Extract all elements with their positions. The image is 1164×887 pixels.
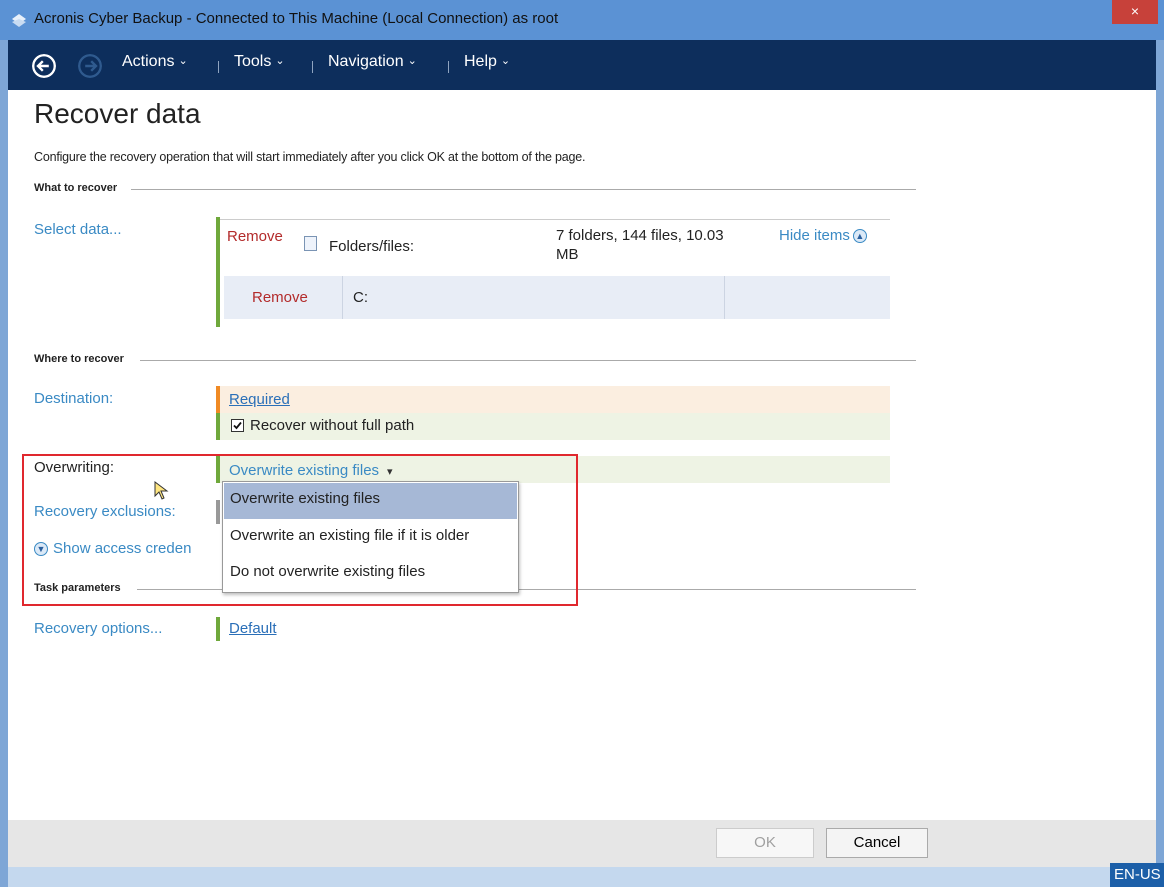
destination-field xyxy=(220,386,890,413)
ok-button[interactable]: OK xyxy=(716,828,814,858)
destination-required-link[interactable]: Required xyxy=(229,391,290,408)
page-title: Recover data xyxy=(34,98,201,129)
menu-actions-label: Actions xyxy=(122,53,175,70)
annotation-highlight-box xyxy=(22,454,578,606)
status-bar-orange xyxy=(216,386,220,413)
main-toolbar: Actions ⌄ Tools ⌄ Navigation ⌄ Help ⌄ xyxy=(8,40,1156,90)
section-where-to-recover: Where to recover xyxy=(34,353,124,365)
title-bar: Acronis Cyber Backup - Connected to This… xyxy=(0,0,1164,40)
menu-actions[interactable]: Actions ⌄ xyxy=(122,53,188,71)
status-bar-green xyxy=(216,617,220,641)
back-arrow-icon[interactable] xyxy=(32,54,56,78)
item-label: Folders/files: xyxy=(329,238,415,255)
menu-tools[interactable]: Tools ⌄ xyxy=(234,53,285,71)
section-divider xyxy=(131,189,916,190)
menu-help-label: Help xyxy=(464,53,497,70)
menu-navigation-label: Navigation xyxy=(328,53,404,70)
language-indicator[interactable]: EN-US xyxy=(1110,863,1164,887)
table-row xyxy=(224,276,890,319)
remove-subitem-link[interactable]: Remove xyxy=(252,289,308,306)
mouse-cursor-icon xyxy=(154,481,169,500)
column-divider xyxy=(724,276,725,319)
remove-item-link[interactable]: Remove xyxy=(227,228,283,245)
chevron-down-icon: ⌄ xyxy=(407,55,417,67)
section-what-to-recover: What to recover xyxy=(34,182,118,194)
window-title: Acronis Cyber Backup - Connected to This… xyxy=(34,10,559,27)
acronis-logo-icon xyxy=(12,14,26,27)
menu-navigation[interactable]: Navigation ⌄ xyxy=(328,53,417,71)
menu-separator xyxy=(448,61,449,73)
page-intro: Configure the recovery operation that wi… xyxy=(34,150,586,164)
cancel-button[interactable]: Cancel xyxy=(826,828,928,858)
status-bar-green xyxy=(216,413,220,440)
full-path-checkbox[interactable] xyxy=(231,419,244,432)
hide-items-label: Hide items xyxy=(779,227,850,244)
item-summary: 7 folders, 144 files, 10.03 xyxy=(556,227,724,244)
chevron-down-icon: ⌄ xyxy=(500,55,511,67)
status-bar xyxy=(8,867,1156,887)
recovery-options-default-link[interactable]: Default xyxy=(229,620,277,637)
chevron-down-icon: ⌄ xyxy=(275,55,285,67)
select-data-link[interactable]: Select data... xyxy=(34,221,122,238)
chevron-up-icon: ▲ xyxy=(852,229,867,244)
menu-help[interactable]: Help ⌄ xyxy=(464,53,510,71)
destination-label[interactable]: Destination: xyxy=(34,390,113,407)
menu-tools-label: Tools xyxy=(234,53,272,70)
full-path-label[interactable]: Recover without full path xyxy=(250,417,414,434)
subitem-path: C: xyxy=(353,289,368,306)
forward-arrow-icon[interactable] xyxy=(78,54,102,78)
column-divider xyxy=(342,276,343,319)
menu-separator xyxy=(312,61,313,73)
file-icon xyxy=(304,236,317,251)
chevron-down-icon: ⌄ xyxy=(178,55,188,67)
recovery-options-link[interactable]: Recovery options... xyxy=(34,620,162,637)
menu-separator xyxy=(218,61,219,73)
hide-items-link[interactable]: Hide items ▲ xyxy=(779,227,867,244)
footer-bar: OK Cancel xyxy=(8,820,1156,867)
section-divider xyxy=(140,360,916,361)
window-frame-left xyxy=(0,40,8,887)
close-button[interactable]: × xyxy=(1112,0,1158,24)
window-frame-right xyxy=(1156,40,1164,887)
item-summary-unit: MB xyxy=(556,246,579,263)
